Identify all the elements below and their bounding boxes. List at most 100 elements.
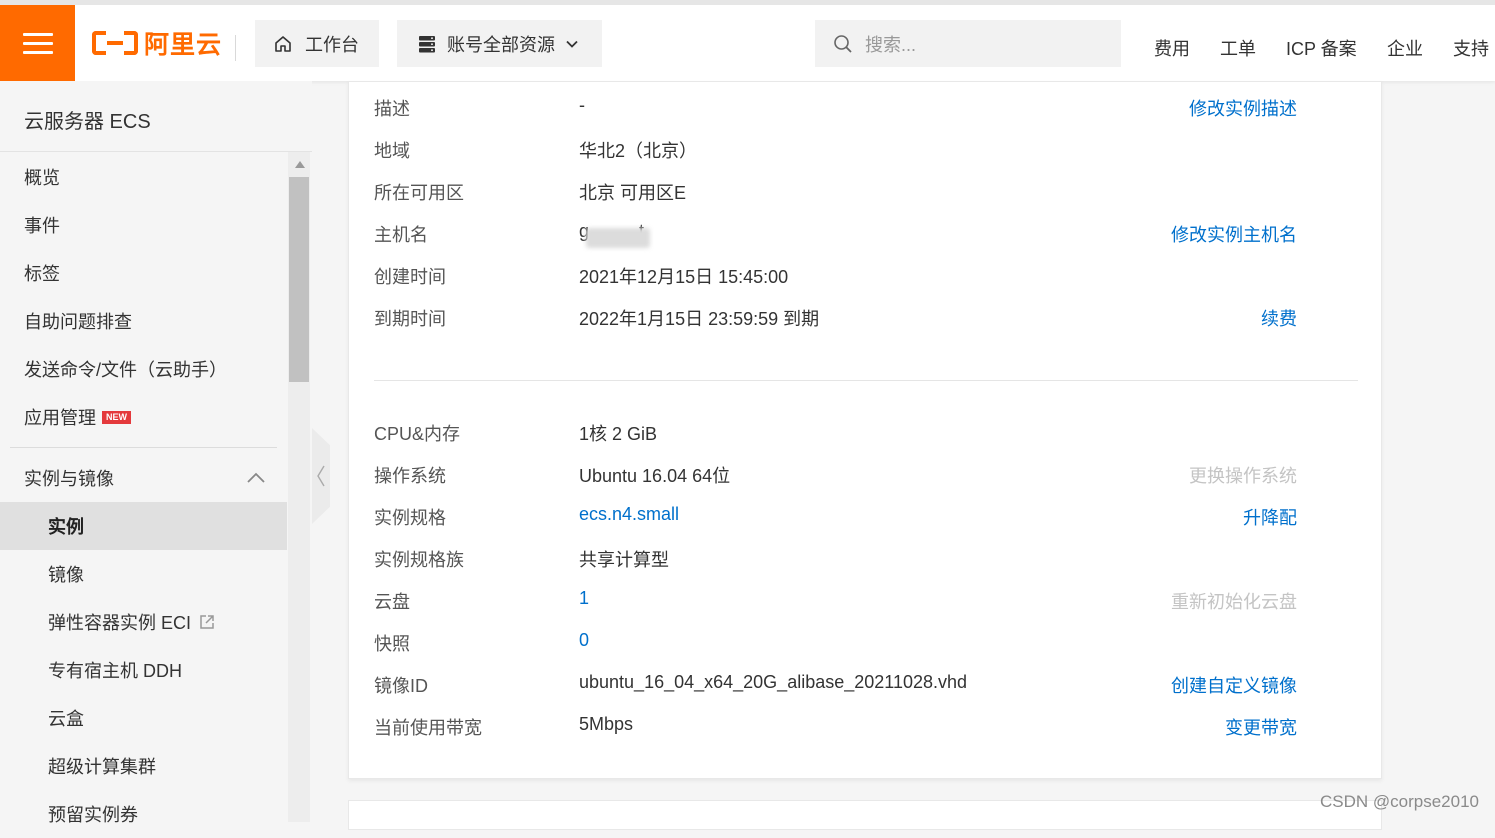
row-value: 2022年1月15日 23:59:59 到期 [579, 309, 820, 329]
workbench-button[interactable]: 工作台 [255, 20, 379, 67]
info-row-expires: 到期时间 2022年1月15日 23:59:59 到期 续费 [349, 292, 1383, 334]
instance-details-card: 描述 - 修改实例描述 地域 华北2（北京） 所在可用区 北京 可用区E 主机名… [348, 81, 1382, 779]
config-row-image-id: 镜像ID ubuntu_16_04_x64_20G_alibase_202110… [349, 659, 1383, 701]
config-row-snapshots: 快照 0 [349, 617, 1383, 659]
sidebar-item-label: 镜像 [48, 565, 84, 585]
header-divider [235, 35, 236, 61]
info-row-region: 地域 华北2（北京） [349, 124, 1383, 166]
sidebar-item-label: 云盒 [48, 709, 84, 729]
server-stack-icon [419, 35, 435, 52]
scroll-up-arrow-icon[interactable] [295, 161, 305, 168]
row-value: 北京 可用区E [579, 183, 687, 203]
config-row-disks: 云盘 1 重新初始化云盘 [349, 575, 1383, 617]
sidebar-item-label: 标签 [24, 264, 60, 284]
row-label: 操作系统 [374, 466, 446, 486]
nav-support[interactable]: 支持 [1453, 35, 1489, 61]
search-icon [834, 34, 852, 53]
renew-link[interactable]: 续费 [1261, 305, 1297, 331]
chevron-up-icon[interactable] [246, 471, 266, 485]
row-value: 1核 2 GiB [579, 424, 658, 444]
sidebar-group-label: 实例与镜像 [24, 469, 114, 489]
row-label: 快照 [374, 634, 410, 654]
top-bar: 阿里云 工作台 账号全部资源 搜索... 费用 工单 ICP 备案 企业 支持 [0, 0, 1495, 81]
sidebar-item-eci[interactable]: 弹性容器实例 ECI [0, 598, 287, 646]
sidebar-item-cloud-assistant[interactable]: 发送命令/文件（云助手） [0, 345, 287, 393]
sidebar-item-label: 事件 [24, 216, 60, 236]
chevron-down-icon [566, 40, 578, 48]
row-label: 当前使用带宽 [374, 718, 482, 738]
sidebar-item-label: 概览 [24, 168, 60, 188]
reinit-disk-link[interactable]: 重新初始化云盘 [1171, 588, 1297, 614]
sidebar-item-overview[interactable]: 概览 [0, 153, 287, 201]
next-section-card [348, 800, 1382, 830]
sidebar-scrollbar-thumb[interactable] [289, 177, 309, 382]
nav-icp[interactable]: ICP 备案 [1286, 35, 1357, 61]
search-input[interactable]: 搜索... [815, 20, 1121, 67]
row-label: CPU&内存 [374, 424, 461, 444]
row-label: 云盘 [374, 592, 410, 612]
config-row-instance-family: 实例规格族 共享计算型 [349, 533, 1383, 575]
sidebar-title: 云服务器 ECS [24, 111, 151, 133]
edit-hostname-link[interactable]: 修改实例主机名 [1171, 221, 1297, 247]
menu-icon[interactable] [0, 5, 75, 81]
upgrade-downgrade-link[interactable]: 升降配 [1243, 504, 1297, 530]
row-label: 实例规格族 [374, 550, 464, 570]
sidebar-item-app-management[interactable]: 应用管理 NEW [0, 393, 287, 441]
row-label: 地域 [374, 141, 410, 161]
resources-dropdown[interactable]: 账号全部资源 [397, 20, 602, 67]
row-label: 镜像ID [374, 676, 428, 696]
row-value: 5Mbps [579, 714, 634, 734]
workbench-label: 工作台 [305, 34, 359, 55]
sidebar-item-troubleshoot[interactable]: 自助问题排查 [0, 297, 287, 345]
sidebar-collapse-toggle[interactable] [312, 428, 330, 524]
sidebar-item-label: 自助问题排查 [24, 312, 132, 332]
nav-billing[interactable]: 费用 [1154, 35, 1190, 61]
sidebar-item-label: 实例 [48, 517, 84, 537]
sidebar-item-events[interactable]: 事件 [0, 201, 287, 249]
sidebar: 云服务器 ECS 概览 事件 标签 自助问题排查 发送命令/文件（云助手） 应用… [0, 81, 312, 825]
new-badge: NEW [102, 410, 131, 424]
sidebar-item-images[interactable]: 镜像 [0, 550, 287, 598]
nav-tickets[interactable]: 工单 [1220, 35, 1256, 61]
config-row-instance-type: 实例规格 ecs.n4.small 升降配 [349, 491, 1383, 533]
row-value: - [579, 95, 585, 115]
row-label: 实例规格 [374, 508, 446, 528]
aliyun-logo[interactable]: 阿里云 [92, 27, 222, 59]
home-icon [275, 35, 291, 52]
logo-text: 阿里云 [144, 31, 223, 59]
row-value: Ubuntu 16.04 64位 [579, 466, 731, 486]
info-row-hostname: 主机名 g t 修改实例主机名 [349, 208, 1383, 250]
nav-enterprise[interactable]: 企业 [1387, 35, 1423, 61]
sidebar-item-cloudbox[interactable]: 云盒 [0, 694, 287, 742]
sidebar-item-tags[interactable]: 标签 [0, 249, 287, 297]
disk-count-link[interactable]: 1 [579, 588, 589, 609]
row-value: 华北2（北京） [579, 141, 698, 161]
resources-label: 账号全部资源 [447, 34, 555, 55]
chevron-left-icon [317, 465, 325, 487]
sidebar-item-scc[interactable]: 超级计算集群 [0, 742, 287, 790]
create-custom-image-link[interactable]: 创建自定义镜像 [1171, 672, 1297, 698]
row-label: 所在可用区 [374, 183, 464, 203]
row-label: 到期时间 [374, 309, 446, 329]
sidebar-item-label: 专有宿主机 DDH [48, 661, 182, 681]
config-row-bandwidth: 当前使用带宽 5Mbps 变更带宽 [349, 701, 1383, 743]
sidebar-item-instances[interactable]: 实例 [0, 502, 287, 550]
sidebar-item-label: 弹性容器实例 ECI [48, 613, 192, 633]
sidebar-divider [0, 151, 312, 152]
snapshot-count-link[interactable]: 0 [579, 630, 589, 651]
search-placeholder: 搜索... [865, 34, 917, 55]
row-label: 主机名 [374, 225, 428, 245]
change-os-link[interactable]: 更换操作系统 [1189, 462, 1297, 488]
info-row-zone: 所在可用区 北京 可用区E [349, 166, 1383, 208]
sidebar-group-instances-images[interactable]: 实例与镜像 [0, 454, 287, 502]
sidebar-item-ddh[interactable]: 专有宿主机 DDH [0, 646, 287, 694]
row-value: 2021年12月15日 15:45:00 [579, 267, 789, 287]
edit-description-link[interactable]: 修改实例描述 [1189, 95, 1297, 121]
row-value: ubuntu_16_04_x64_20G_alibase_20211028.vh… [579, 672, 968, 692]
instance-type-link[interactable]: ecs.n4.small [579, 504, 679, 525]
change-bandwidth-link[interactable]: 变更带宽 [1225, 714, 1297, 740]
sidebar-item-reserved-instances[interactable]: 预留实例券 [0, 790, 287, 838]
watermark: CSDN @corpse2010 [1320, 792, 1479, 811]
info-row-created: 创建时间 2021年12月15日 15:45:00 [349, 250, 1383, 292]
external-link-icon [200, 615, 214, 629]
